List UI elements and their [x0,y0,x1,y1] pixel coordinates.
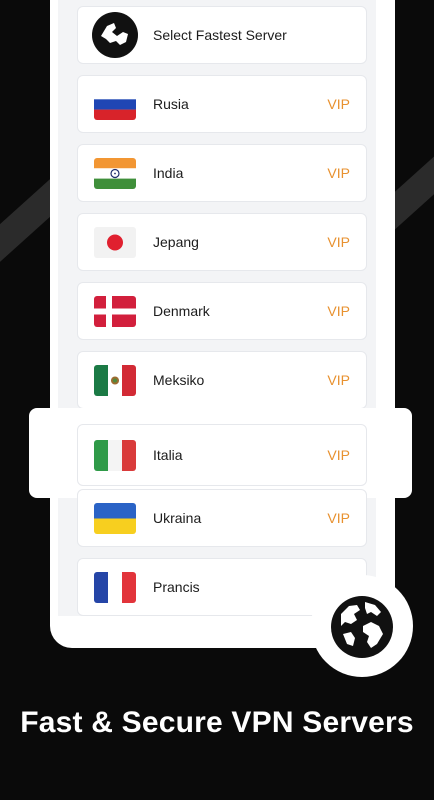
server-row-jepang[interactable]: Jepang VIP [77,213,367,271]
server-row-india[interactable]: India VIP [77,144,367,202]
vip-badge: VIP [327,303,350,319]
vip-badge: VIP [327,96,350,112]
vip-badge: VIP [327,372,350,388]
vip-badge: VIP [327,165,350,181]
server-row-meksiko[interactable]: Meksiko VIP [77,351,367,409]
auto-globe-icon [92,12,138,58]
italy-flag-icon [94,440,136,471]
vip-badge: VIP [327,234,350,250]
russia-flag-icon [94,89,136,120]
india-flag-icon [94,158,136,189]
server-row-rusia[interactable]: Rusia VIP [77,75,367,133]
vip-badge: VIP [327,510,350,526]
server-row-denmark[interactable]: Denmark VIP [77,282,367,340]
server-name: Jepang [153,234,199,250]
server-name: Rusia [153,96,189,112]
tagline: Fast & Secure VPN Servers [20,706,414,739]
globe-icon [331,596,393,658]
denmark-flag-icon [94,296,136,327]
server-name: Denmark [153,303,210,319]
france-flag-icon [94,572,136,603]
server-name: India [153,165,184,181]
mexico-flag-icon [94,365,136,396]
ukraine-flag-icon [94,503,136,534]
server-row-ukraina[interactable]: Ukraina VIP [77,489,367,547]
server-row-italia[interactable]: Italia VIP [77,424,367,486]
server-name: Meksiko [153,372,205,388]
server-name: Italia [153,447,183,463]
fastest-server-label: Select Fastest Server [153,27,287,43]
vip-badge: VIP [327,447,350,463]
fastest-server-row[interactable]: Select Fastest Server [77,6,367,64]
server-name: Ukraina [153,510,202,526]
server-name: Prancis [153,579,200,595]
japan-flag-icon [94,227,136,258]
globe-button[interactable] [311,575,413,677]
